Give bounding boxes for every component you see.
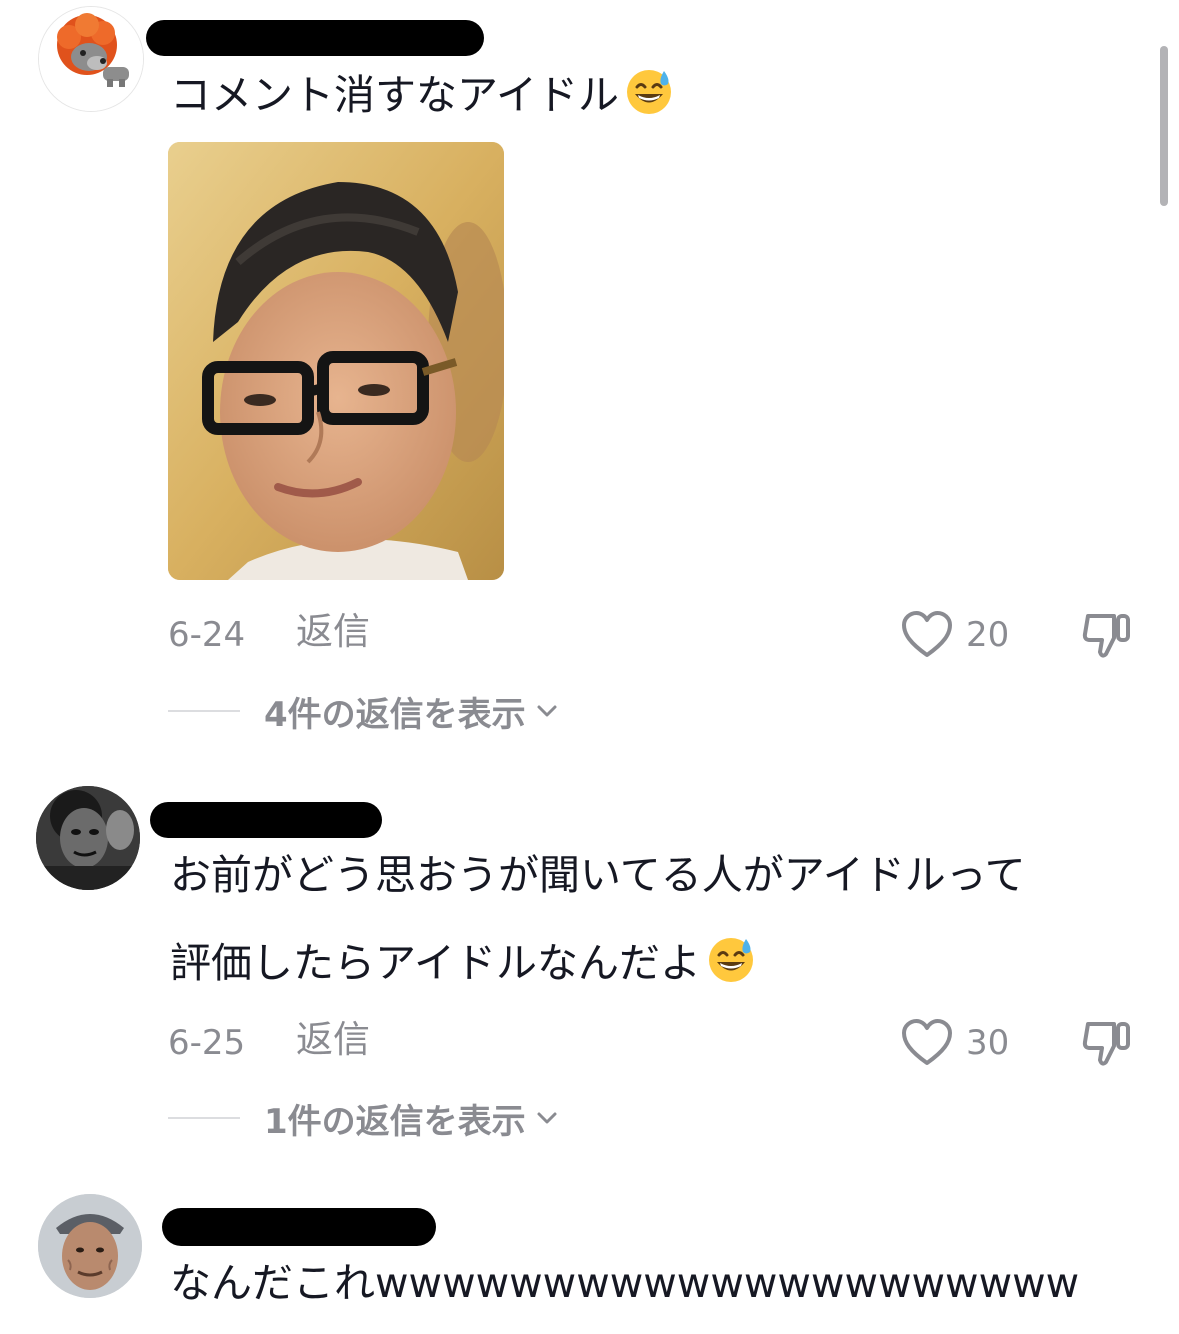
view-replies-button[interactable]: 4件の返信を表示 — [168, 686, 560, 736]
thumbs-down-icon — [1082, 1022, 1130, 1066]
avatar[interactable] — [38, 6, 144, 112]
comment-list: コメント消すなアイドル 6-24 返信 20 4件の返信を表示 お前がどう思おう… — [0, 0, 1179, 1334]
grinning-sweat-emoji — [705, 933, 757, 985]
thumbs-down-icon — [1082, 614, 1130, 658]
like-count: 30 — [966, 1023, 1010, 1063]
reply-button[interactable]: 返信 — [296, 612, 370, 652]
comment-text: コメント消すなアイドル — [170, 52, 675, 138]
comment-text-line-1: お前がどう思おうが聞いてる人がアイドルって — [170, 851, 1026, 899]
like-button[interactable]: 20 — [900, 609, 1009, 661]
grinning-sweat-emoji — [623, 65, 675, 117]
redacted-username — [146, 20, 484, 56]
avatar[interactable] — [36, 786, 140, 890]
comment-photo[interactable] — [168, 142, 504, 580]
comment-text: なんだこれwwwwwwwwwwwwwwwwwwwww — [170, 1259, 1080, 1307]
reply-button[interactable]: 返信 — [296, 1020, 370, 1060]
divider — [168, 1117, 240, 1119]
view-replies-label: 4件の返信を表示 — [264, 694, 526, 735]
chevron-down-icon — [534, 698, 560, 724]
comment-text-line-2: 評価したらアイドルなんだよ — [170, 920, 757, 1006]
view-replies-button[interactable]: 1件の返信を表示 — [168, 1093, 560, 1143]
scrollbar[interactable] — [1160, 46, 1168, 206]
like-count: 20 — [966, 615, 1010, 655]
dislike-button[interactable] — [1080, 1016, 1134, 1070]
avatar[interactable] — [38, 1194, 142, 1298]
comment-date: 6-25 — [168, 1023, 246, 1063]
heart-icon — [902, 1019, 952, 1065]
like-button[interactable]: 30 — [900, 1017, 1009, 1069]
dislike-button[interactable] — [1080, 608, 1134, 662]
view-replies-label: 1件の返信を表示 — [264, 1101, 526, 1142]
comment-date: 6-24 — [168, 615, 246, 655]
divider — [168, 710, 240, 712]
chevron-down-icon — [534, 1105, 560, 1131]
heart-icon — [902, 611, 952, 657]
